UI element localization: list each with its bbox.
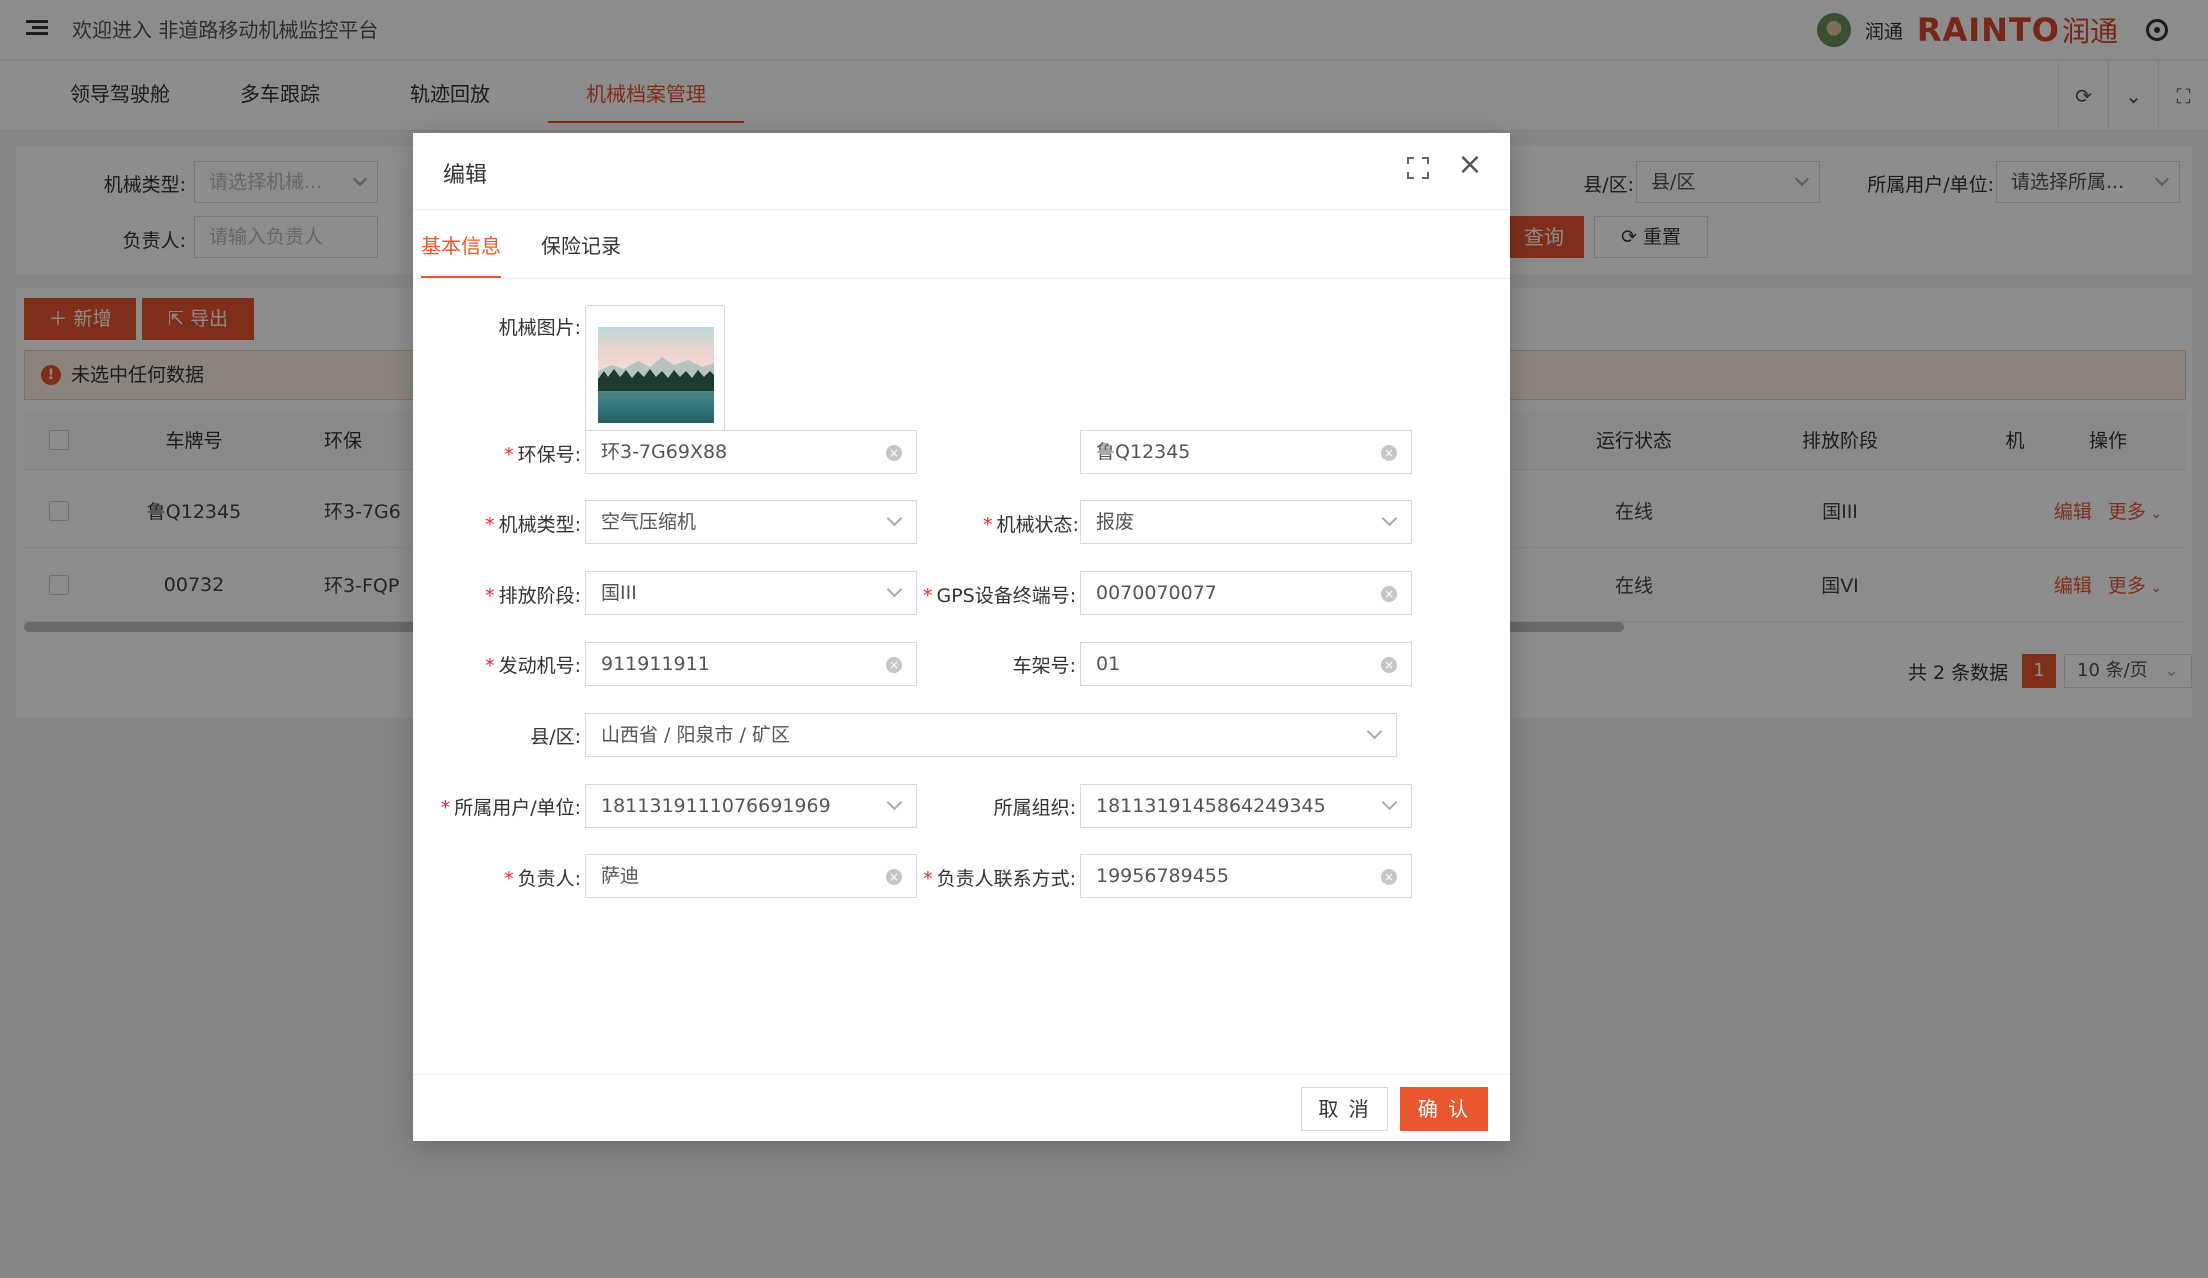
org-select[interactable]: 1811319145864249345 — [1080, 784, 1412, 828]
owner-input[interactable]: 萨迪 × — [585, 854, 917, 898]
chevron-down-icon — [886, 510, 903, 527]
tab-basic-info[interactable]: 基本信息 — [421, 210, 501, 278]
county-cascader[interactable]: 山西省 / 阳泉市 / 矿区 — [585, 713, 1397, 757]
owner-contact-input[interactable]: 19956789455 × — [1080, 854, 1412, 898]
gps-label: * GPS设备终端号: — [923, 585, 1077, 607]
expand-icon[interactable] — [1407, 157, 1429, 179]
close-icon[interactable]: × — [1457, 150, 1483, 180]
machine-type-select[interactable]: 空气压缩机 — [585, 500, 917, 544]
engine-input[interactable]: 911911911 × — [585, 642, 917, 686]
chevron-down-icon — [1381, 794, 1398, 811]
chevron-down-icon — [1366, 723, 1383, 740]
machine-image-upload[interactable] — [585, 305, 725, 445]
owner-label: * 负责人: — [504, 868, 581, 890]
emission-select[interactable]: 国III — [585, 571, 917, 615]
emission-label: * 排放阶段: — [485, 585, 581, 607]
modal-title: 编辑 — [443, 163, 488, 188]
clear-icon[interactable]: × — [886, 445, 902, 461]
owner-contact-label: * 负责人联系方式: — [923, 868, 1076, 890]
clear-icon[interactable]: × — [1381, 869, 1397, 885]
chevron-down-icon — [886, 794, 903, 811]
tab-insurance-records[interactable]: 保险记录 — [541, 210, 621, 278]
chevron-down-icon — [886, 581, 903, 598]
machine-status-label: * 机械状态: — [983, 514, 1079, 536]
machine-image-thumbnail — [598, 327, 714, 423]
env-no-label: * 环保号: — [504, 444, 581, 466]
clear-icon[interactable]: × — [1381, 445, 1397, 461]
org-label: 所属组织: — [993, 797, 1076, 819]
clear-icon[interactable]: × — [886, 657, 902, 673]
user-unit-select[interactable]: 1811319111076691969 — [585, 784, 917, 828]
machine-status-select[interactable]: 报废 — [1080, 500, 1412, 544]
machine-image-label: 机械图片: — [498, 317, 581, 339]
plate-input[interactable]: 鲁Q12345 × — [1080, 430, 1412, 474]
edit-modal: 编辑 × 基本信息 保险记录 机械图片: * 环保号: 环3-7G69X88 ×… — [413, 133, 1510, 1141]
confirm-button[interactable]: 确 认 — [1400, 1087, 1488, 1131]
gps-input[interactable]: 0070070077 × — [1080, 571, 1412, 615]
county-label: 县/区: — [530, 726, 581, 748]
chevron-down-icon — [1381, 510, 1398, 527]
engine-label: * 发动机号: — [485, 655, 581, 677]
clear-icon[interactable]: × — [1381, 586, 1397, 602]
cancel-button[interactable]: 取 消 — [1301, 1087, 1388, 1131]
frame-label: 车架号: — [1012, 655, 1076, 677]
clear-icon[interactable]: × — [886, 869, 902, 885]
modal-tabs: 基本信息 保险记录 — [413, 209, 1510, 279]
env-no-input[interactable]: 环3-7G69X88 × — [585, 430, 917, 474]
user-unit-label: * 所属用户/单位: — [440, 797, 581, 819]
frame-input[interactable]: 01 × — [1080, 642, 1412, 686]
modal-footer: 取 消 确 认 — [413, 1074, 1510, 1141]
clear-icon[interactable]: × — [1381, 657, 1397, 673]
machine-type-label: * 机械类型: — [485, 514, 581, 536]
